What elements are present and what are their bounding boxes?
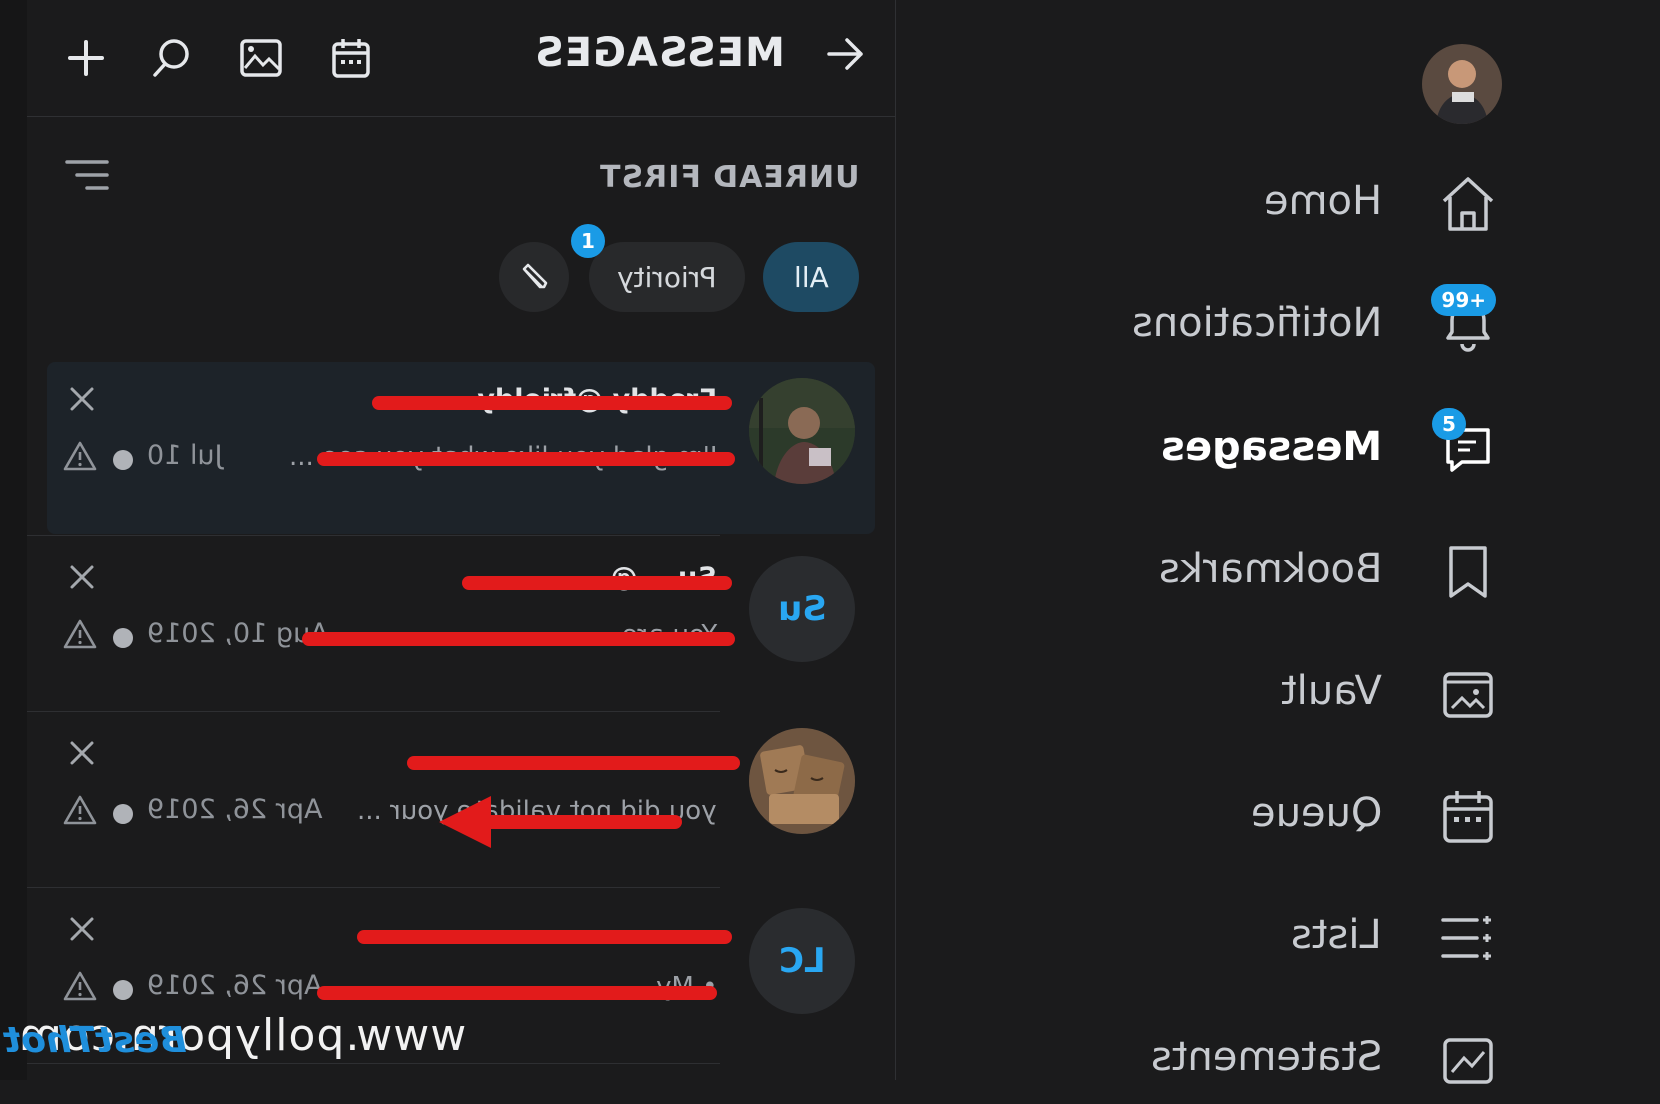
close-icon[interactable] [67, 562, 97, 592]
sidebar-item-label: Messages [1160, 424, 1382, 470]
redaction-mark [317, 986, 717, 1000]
close-icon[interactable] [67, 738, 97, 768]
divider [27, 535, 720, 536]
avatar [749, 728, 855, 834]
unread-dot [113, 628, 133, 648]
chip-priority-label: Priority [617, 260, 717, 294]
conversation-row[interactable]: ... you did not validate your ... Apr 26… [47, 716, 875, 888]
avatar-initials: Su [777, 589, 827, 629]
conversation-date: Aug 10, 2019 [147, 618, 329, 649]
close-icon[interactable] [67, 384, 97, 414]
statements-icon [1436, 1028, 1500, 1092]
plus-icon[interactable] [62, 34, 110, 82]
conversation-date: Apr 26, 2019 [147, 794, 323, 825]
filter-chip-priority[interactable]: Priority [589, 242, 745, 312]
sidebar-item-lists[interactable]: Lists [1060, 892, 1500, 982]
divider [27, 711, 720, 712]
conversation-row[interactable]: Su Su... @... You are ... Aug 10, 2019 [47, 540, 875, 712]
unread-dot [113, 450, 133, 470]
avatar [749, 378, 855, 484]
watermark-logo: BestThot [4, 1020, 187, 1061]
vault-icon [1436, 662, 1500, 726]
messages-badge: 5 [1432, 408, 1466, 440]
sidebar-item-messages[interactable]: 5 Messages [1060, 404, 1500, 494]
conversation-date: Jul 10 [147, 440, 223, 471]
messages-header: MESSAGES [27, 0, 895, 117]
warning-icon[interactable] [63, 794, 97, 826]
sidebar-item-vault[interactable]: Vault [1060, 648, 1500, 738]
edit-filters-button[interactable] [499, 242, 569, 312]
sidebar-item-bookmarks[interactable]: Bookmarks [1060, 526, 1500, 616]
warning-icon[interactable] [63, 970, 97, 1002]
bookmark-icon [1436, 540, 1500, 604]
redaction-mark [462, 576, 732, 590]
warning-icon[interactable] [63, 440, 97, 472]
sort-filter-icon[interactable] [65, 158, 109, 196]
sidebar-item-label: Notifications [1131, 300, 1382, 346]
unread-dot [113, 804, 133, 824]
page-title: MESSAGES [534, 30, 785, 76]
sidebar-item-label: Queue [1250, 790, 1382, 836]
sort-label[interactable]: UNREAD FIRST [599, 160, 859, 195]
conversation-row[interactable]: Freddy @frieldy... I'm glad you like wha… [47, 362, 875, 534]
warning-icon[interactable] [63, 618, 97, 650]
avatar: LC [749, 908, 855, 1014]
lists-icon [1436, 906, 1500, 970]
sidebar-item-label: Lists [1291, 912, 1382, 958]
avatar-initials: LC [778, 941, 826, 981]
sidebar-item-home[interactable]: Home [1060, 158, 1500, 248]
sidebar-item-notifications[interactable]: 99+ Notifications [1060, 280, 1500, 370]
redaction-mark [357, 930, 732, 944]
redaction-mark [317, 452, 735, 466]
messages-panel: MESSAGES UNREAD FIRST All Priority 1 Fre… [27, 0, 896, 1080]
image-icon[interactable] [237, 34, 285, 82]
sidebar-item-label: Bookmarks [1158, 546, 1382, 592]
redaction-mark [372, 396, 732, 410]
sidebar-item-label: Statements [1150, 1034, 1382, 1080]
sidebar-item-label: Home [1263, 178, 1382, 224]
sidebar-item-statements[interactable]: Statements [1060, 1014, 1500, 1104]
unread-dot [113, 980, 133, 1000]
pencil-icon [522, 263, 548, 289]
conversation-date: Apr 26, 2019 [147, 970, 323, 1001]
divider [27, 1063, 720, 1064]
calendar-icon[interactable] [327, 34, 375, 82]
chip-all-label: All [793, 260, 829, 294]
notifications-badge: 99+ [1431, 284, 1496, 316]
priority-count-badge: 1 [571, 224, 605, 258]
redaction-mark [407, 756, 740, 770]
search-icon[interactable] [147, 34, 195, 82]
avatar: Su [749, 556, 855, 662]
filter-chip-all[interactable]: All [763, 242, 859, 312]
annotation-arrow [439, 796, 682, 848]
close-icon[interactable] [67, 914, 97, 944]
avatar[interactable] [1422, 44, 1502, 124]
left-edge-strip [0, 0, 28, 1080]
back-arrow-icon[interactable] [825, 34, 865, 74]
divider [27, 887, 720, 888]
sidebar-item-queue[interactable]: Queue [1060, 770, 1500, 860]
redaction-mark [302, 632, 735, 646]
sidebar-item-label: Vault [1281, 668, 1382, 714]
home-icon [1436, 172, 1500, 236]
calendar-icon [1436, 784, 1500, 848]
